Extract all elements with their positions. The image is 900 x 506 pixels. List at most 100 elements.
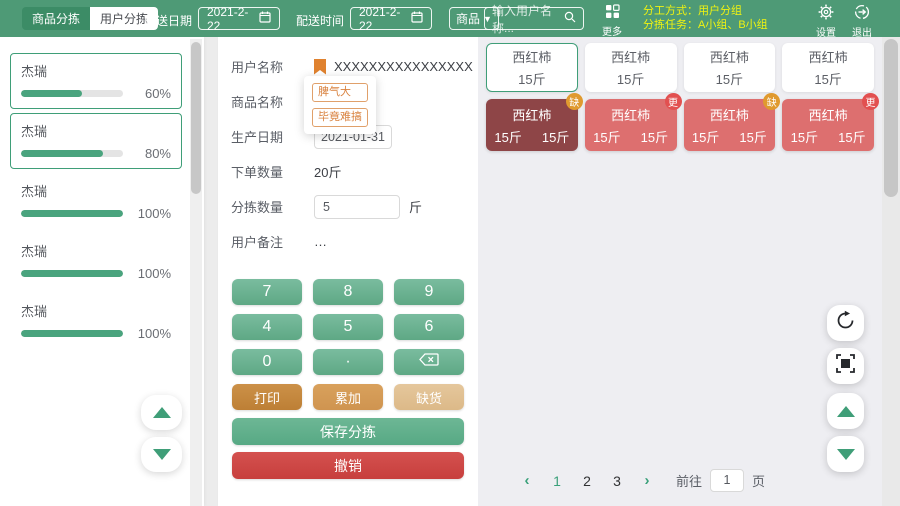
progress-track — [21, 270, 123, 277]
fullscreen-icon — [836, 354, 855, 378]
bookmark-icon[interactable] — [314, 59, 326, 75]
pagination-prev-button[interactable]: ‹ — [512, 472, 542, 489]
product-qty: 15斤 — [716, 69, 743, 88]
pagination-next-button[interactable]: › — [632, 472, 662, 489]
sort-qty-input[interactable]: 5 — [314, 195, 400, 219]
user-list-item[interactable]: 杰瑞 100% — [10, 233, 182, 289]
product-qty-sorted: 15斤 — [838, 127, 865, 146]
sort-qty-label: 分拣数量 — [231, 197, 314, 216]
undo-button[interactable]: 撤销 — [232, 452, 464, 479]
user-list-item[interactable]: 杰瑞 100% — [10, 293, 182, 349]
user-tag: 毕竟难搞 — [312, 108, 368, 127]
print-button[interactable]: 打印 — [232, 384, 302, 410]
settings-label: 设置 — [816, 24, 836, 39]
user-list-item[interactable]: 杰瑞 100% — [10, 173, 182, 229]
search-category-value: 商品 — [456, 10, 480, 27]
more-button[interactable]: 更多 — [602, 4, 622, 38]
field-user-name: 用户名称 XXXXXXXXXXXXXXXX 脾气大 毕竟难搞 — [218, 49, 478, 84]
product-qty-ordered: 15斤 — [791, 127, 818, 146]
sidebar-pager — [141, 395, 182, 472]
accumulate-button[interactable]: 累加 — [313, 384, 383, 410]
save-sorting-button[interactable]: 保存分拣 — [232, 418, 464, 445]
sidebar-scroll-down-button[interactable] — [141, 437, 182, 472]
status-badge-updated: 更 — [862, 93, 879, 110]
product-card-sorted[interactable]: 更 西红柿 15斤15斤 — [585, 99, 677, 151]
triangle-down-icon — [153, 449, 171, 460]
field-sort-qty: 分拣数量 5 斤 — [218, 189, 478, 224]
key-6[interactable]: 6 — [394, 314, 464, 340]
product-name-label: 商品名称 — [231, 92, 314, 111]
field-remark: 用户备注 … — [218, 224, 478, 259]
main-scrollbar-thumb[interactable] — [884, 39, 898, 197]
key-dot[interactable]: · — [313, 349, 383, 375]
user-name: 杰瑞 — [21, 181, 171, 200]
page-unit-label: 页 — [752, 471, 765, 490]
gear-icon — [818, 4, 834, 23]
product-title: 西红柿 — [809, 105, 848, 124]
order-qty-value: 20斤 — [314, 162, 341, 181]
product-card[interactable]: 西红柿 15斤 — [782, 43, 874, 92]
product-qty: 15斤 — [617, 69, 644, 88]
progress-percent: 60% — [131, 86, 171, 101]
product-title: 西红柿 — [611, 47, 650, 66]
backspace-icon — [419, 353, 439, 371]
cards-scroll-down-button[interactable] — [827, 436, 864, 472]
task-info: 分工方式：用户分组 分拣任务：A小组、B小组 — [643, 4, 768, 32]
delivery-date-label: 配送日期 — [144, 12, 192, 29]
refresh-button[interactable] — [827, 305, 864, 341]
user-name: 杰瑞 — [21, 241, 171, 260]
sidebar-scrollbar-track — [190, 39, 202, 506]
user-tags-tooltip: 脾气大 毕竟难搞 — [304, 76, 376, 134]
product-card[interactable]: 西红柿 15斤 — [684, 43, 776, 92]
calendar-icon — [411, 11, 423, 26]
pagination-page-3[interactable]: 3 — [602, 473, 632, 489]
product-card-sorted[interactable]: 缺 西红柿 15斤15斤 — [684, 99, 776, 151]
key-5[interactable]: 5 — [313, 314, 383, 340]
sorting-form-panel: 用户名称 XXXXXXXXXXXXXXXX 脾气大 毕竟难搞 商品名称 XX 生… — [218, 37, 478, 506]
key-0[interactable]: 0 — [232, 349, 302, 375]
main-scrollbar-track — [882, 37, 900, 506]
delivery-date-input[interactable]: 2021-2-22 — [198, 7, 280, 30]
progress-track — [21, 90, 123, 97]
key-4[interactable]: 4 — [232, 314, 302, 340]
fullscreen-button[interactable] — [827, 348, 864, 384]
goto-page-input[interactable]: 1 — [710, 469, 744, 492]
delivery-time-label: 配送时间 — [296, 12, 344, 29]
pagination-page-2[interactable]: 2 — [572, 473, 602, 489]
product-title: 西红柿 — [611, 105, 650, 124]
numeric-keypad: 7 8 9 4 5 6 0 · 打印 累加 缺货 — [232, 279, 464, 410]
user-tag: 脾气大 — [312, 83, 368, 102]
progress-track — [21, 150, 123, 157]
delivery-time-input[interactable]: 2021-2-22 — [350, 7, 432, 30]
progress-fill — [21, 330, 123, 337]
pagination-page-1[interactable]: 1 — [542, 473, 572, 489]
product-card[interactable]: 西红柿 15斤 — [486, 43, 578, 92]
pagination: ‹ 1 2 3 › 前往 1 页 — [512, 469, 765, 492]
remark-label: 用户备注 — [231, 232, 314, 251]
product-card-sorted[interactable]: 更 西红柿 15斤15斤 — [782, 99, 874, 151]
user-name-value: XXXXXXXXXXXXXXXX — [334, 59, 473, 74]
progress-percent: 80% — [131, 146, 171, 161]
sidebar-scroll-up-button[interactable] — [141, 395, 182, 430]
user-list-item[interactable]: 杰瑞 60% — [10, 53, 182, 109]
more-label: 更多 — [602, 23, 622, 38]
product-card[interactable]: 西红柿 15斤 — [585, 43, 677, 92]
key-8[interactable]: 8 — [313, 279, 383, 305]
tab-product-sorting[interactable]: 商品分拣 — [22, 7, 90, 30]
product-title: 西红柿 — [710, 105, 749, 124]
user-name-label: 用户名称 — [231, 57, 314, 76]
product-card-sorted[interactable]: 缺 西红柿 15斤15斤 — [486, 99, 578, 151]
key-backspace[interactable] — [394, 349, 464, 375]
user-list-item[interactable]: 杰瑞 80% — [10, 113, 182, 169]
cards-scroll-up-button[interactable] — [827, 393, 864, 429]
user-list: 杰瑞 60% 杰瑞 80% 杰瑞 100% 杰瑞 100% 杰瑞 100% — [0, 37, 204, 349]
key-9[interactable]: 9 — [394, 279, 464, 305]
exit-button[interactable]: 退出 — [852, 4, 872, 39]
search-input[interactable]: 输入用户名称... — [484, 7, 584, 30]
sidebar-scrollbar-thumb[interactable] — [191, 42, 201, 194]
settings-button[interactable]: 设置 — [816, 4, 836, 39]
progress-track — [21, 330, 123, 337]
key-7[interactable]: 7 — [232, 279, 302, 305]
remark-value: … — [314, 234, 327, 249]
out-of-stock-button[interactable]: 缺货 — [394, 384, 464, 410]
